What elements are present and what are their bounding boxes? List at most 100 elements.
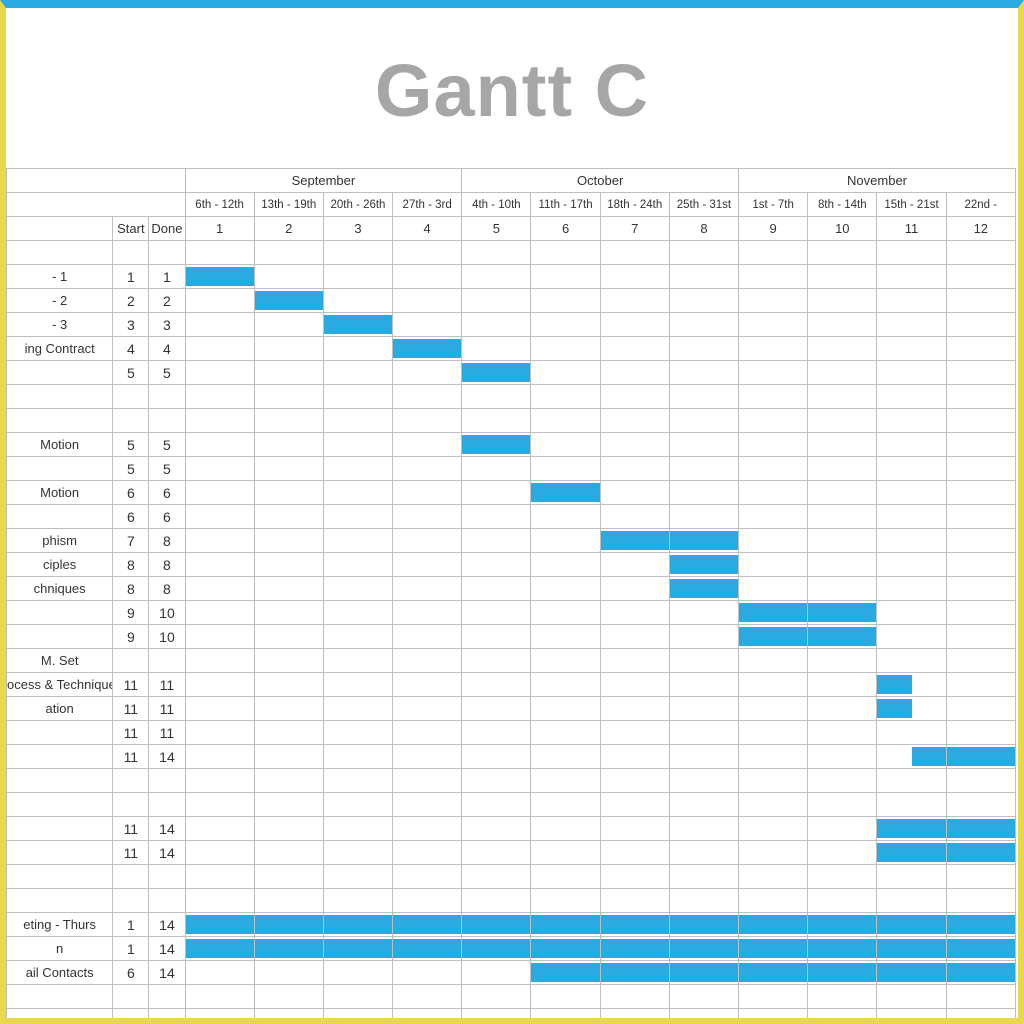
week-cell [600, 601, 669, 625]
week-cell [946, 817, 1015, 841]
done-cell [149, 409, 185, 433]
week-range: 15th - 21st [877, 193, 946, 217]
done-cell [149, 985, 185, 1009]
week-cell [531, 337, 600, 361]
task-label [7, 385, 113, 409]
week-cell [462, 649, 531, 673]
gantt-bar [877, 963, 945, 982]
week-cell [185, 265, 254, 289]
done-cell: 10 [149, 601, 185, 625]
week-cell [393, 481, 462, 505]
week-cell [254, 865, 323, 889]
week-cell [462, 457, 531, 481]
week-cell [185, 817, 254, 841]
table-row: Motion55 [7, 433, 1016, 457]
week-cell [808, 361, 877, 385]
done-cell: 5 [149, 457, 185, 481]
week-cell [254, 889, 323, 913]
week-cell [669, 817, 738, 841]
week-range: 11th - 17th [531, 193, 600, 217]
gantt-header: September October November 6th - 12th 13… [7, 169, 1016, 241]
week-cell [393, 649, 462, 673]
week-cell [739, 937, 808, 961]
week-cell [254, 1009, 323, 1019]
table-row: 910 [7, 601, 1016, 625]
week-cell [808, 793, 877, 817]
start-cell: 5 [113, 361, 149, 385]
week-num: 7 [600, 217, 669, 241]
week-cell [808, 457, 877, 481]
week-cell [877, 241, 946, 265]
start-cell: 6 [113, 505, 149, 529]
table-row: M. Set [7, 649, 1016, 673]
done-cell: 14 [149, 937, 185, 961]
week-cell [462, 937, 531, 961]
start-cell: 11 [113, 721, 149, 745]
task-label [7, 889, 113, 913]
week-cell [808, 505, 877, 529]
week-cell [669, 289, 738, 313]
task-label [7, 985, 113, 1009]
start-cell [113, 985, 149, 1009]
week-cell [600, 745, 669, 769]
week-cell [946, 625, 1015, 649]
start-cell [113, 889, 149, 913]
week-cell [669, 481, 738, 505]
gantt-bar [808, 915, 876, 934]
week-cell [323, 769, 392, 793]
done-cell [149, 793, 185, 817]
week-cell [323, 985, 392, 1009]
start-cell: 5 [113, 457, 149, 481]
week-cell [531, 937, 600, 961]
week-cell [254, 457, 323, 481]
week-cell [600, 433, 669, 457]
week-cell [808, 385, 877, 409]
gantt-bar [324, 939, 392, 958]
week-cell [808, 553, 877, 577]
week-range: 18th - 24th [600, 193, 669, 217]
week-cell [393, 913, 462, 937]
week-cell [739, 337, 808, 361]
gantt-bar [670, 579, 738, 598]
week-cell [462, 793, 531, 817]
week-cell [739, 241, 808, 265]
start-cell [113, 385, 149, 409]
week-cell [531, 385, 600, 409]
done-cell: 3 [149, 313, 185, 337]
task-label: Motion [7, 481, 113, 505]
week-cell [393, 313, 462, 337]
gantt-bar [739, 627, 807, 646]
week-cell [462, 769, 531, 793]
done-cell: 5 [149, 433, 185, 457]
start-cell [113, 769, 149, 793]
week-cell [185, 625, 254, 649]
task-label [7, 457, 113, 481]
start-cell: 11 [113, 697, 149, 721]
gantt-bar [601, 915, 669, 934]
task-label [7, 409, 113, 433]
week-cell [739, 769, 808, 793]
week-cell [254, 241, 323, 265]
task-label: ocess & Techniques [7, 673, 113, 697]
week-cell [669, 913, 738, 937]
start-cell: 6 [113, 961, 149, 985]
start-cell: 1 [113, 937, 149, 961]
week-cell [393, 505, 462, 529]
done-cell: 14 [149, 841, 185, 865]
week-cell [669, 841, 738, 865]
week-cell [600, 361, 669, 385]
week-cell [462, 913, 531, 937]
gantt-bar [186, 915, 254, 934]
week-cell [254, 289, 323, 313]
week-cell [323, 913, 392, 937]
week-cell [739, 265, 808, 289]
week-cell [808, 721, 877, 745]
week-cell [946, 961, 1015, 985]
gantt-body: - 111- 222- 333ing Contract4455Motion555… [7, 241, 1016, 1019]
week-cell [808, 409, 877, 433]
week-cell [323, 553, 392, 577]
week-cell [393, 817, 462, 841]
week-cell [669, 697, 738, 721]
week-cell [393, 409, 462, 433]
week-cell [600, 385, 669, 409]
